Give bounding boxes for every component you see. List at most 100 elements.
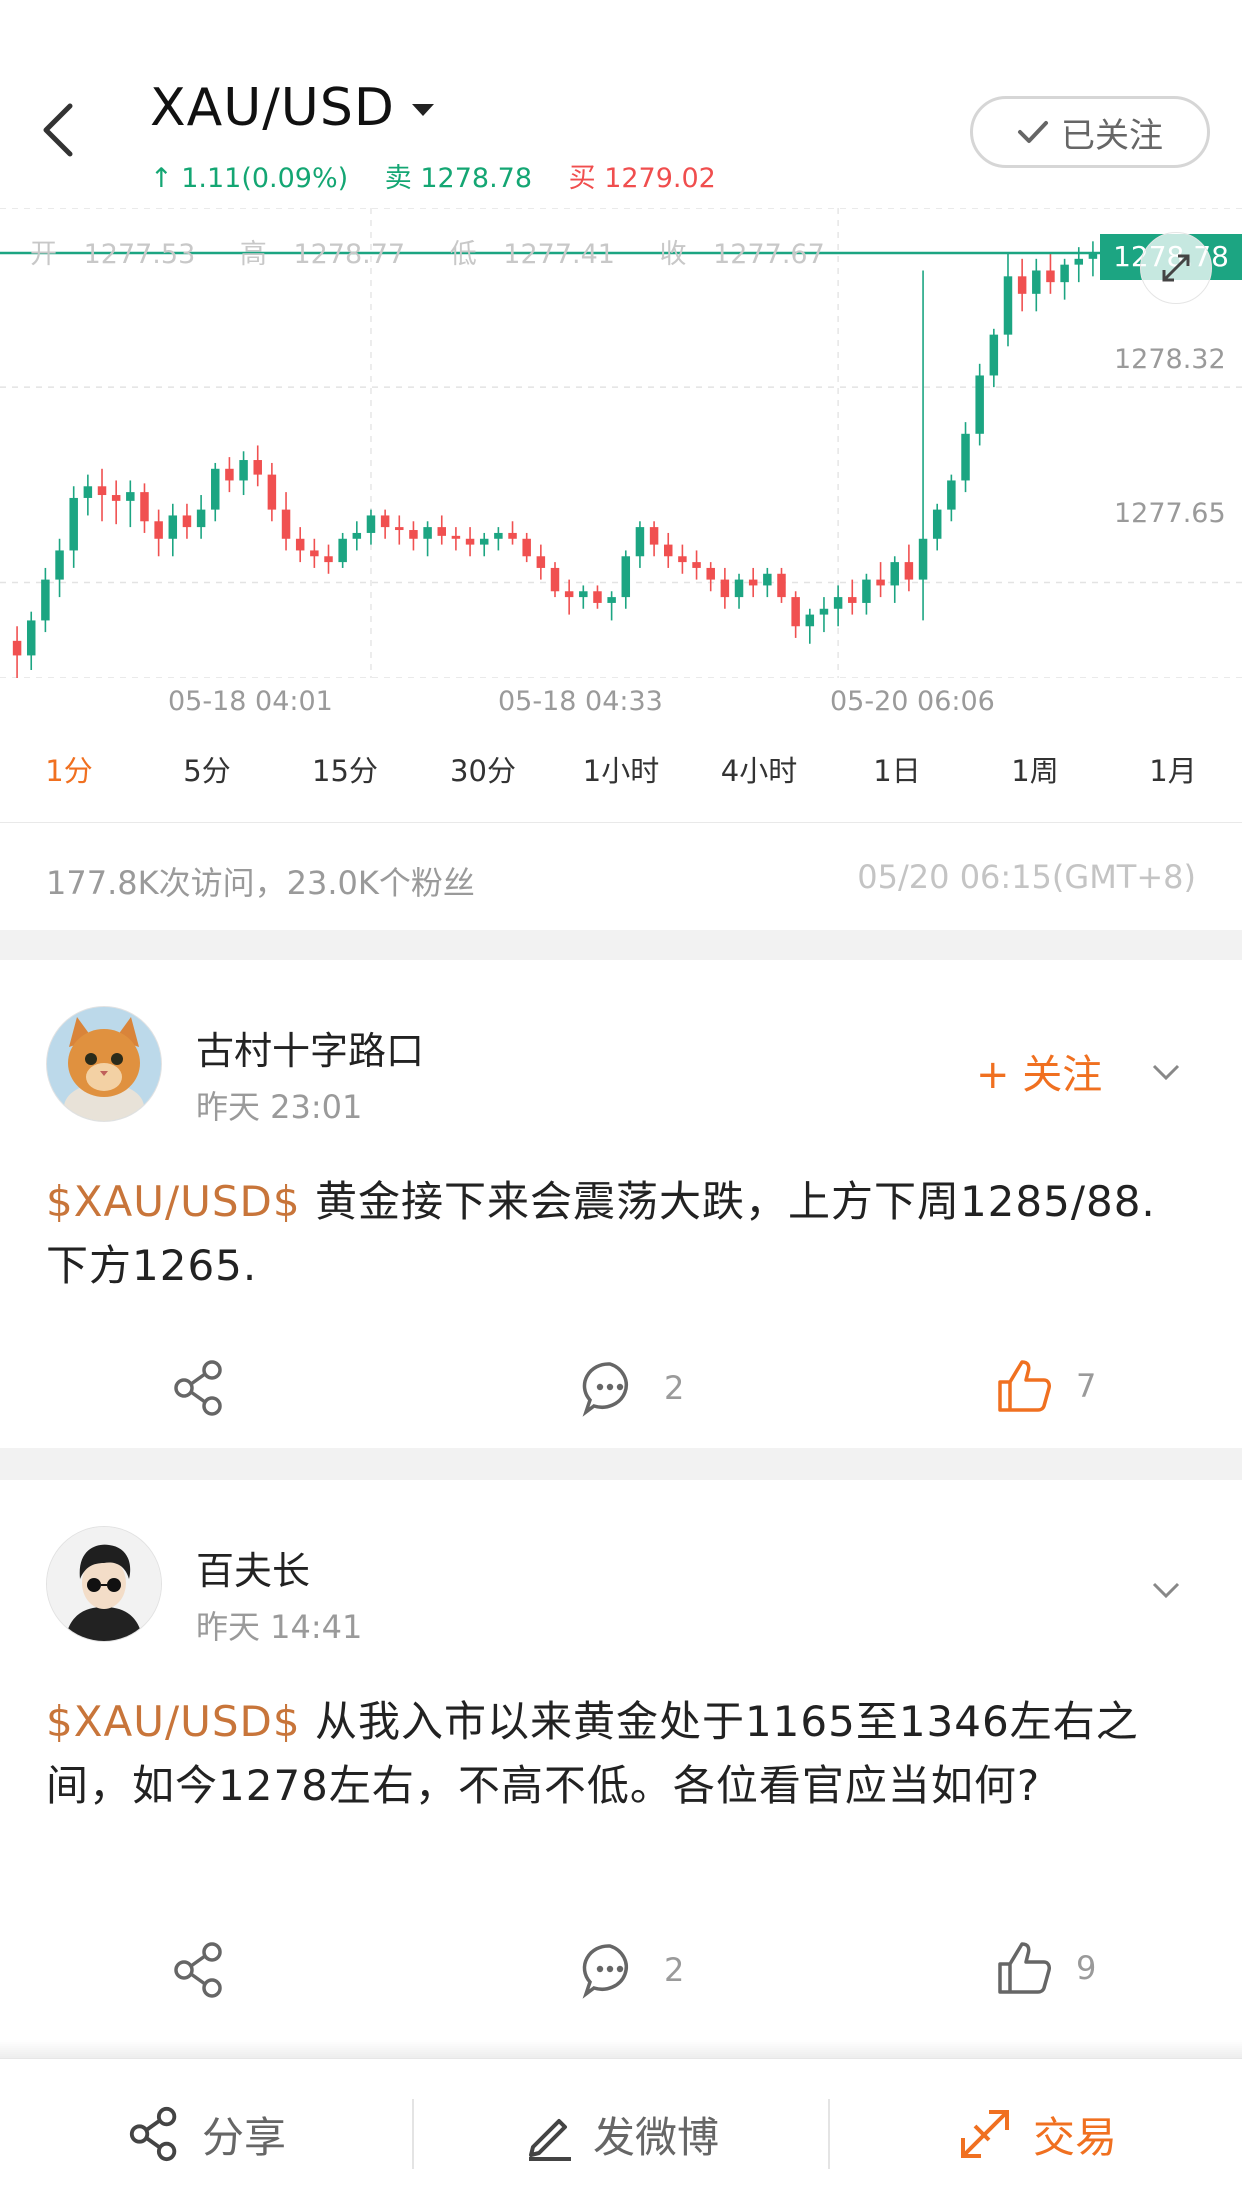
candle-body [876, 579, 885, 586]
tab-15min[interactable]: 15分 [276, 748, 414, 790]
candle-body [819, 608, 829, 615]
candle-body [338, 538, 347, 563]
post-tag[interactable]: $XAU/USD$ [46, 1697, 301, 1746]
avatar[interactable] [46, 1526, 162, 1642]
divider [0, 822, 1242, 823]
follow-button[interactable]: + 关注 [976, 1042, 1102, 1100]
chevron-down-icon[interactable] [1152, 1582, 1180, 1598]
tab-1day[interactable]: 1日 [828, 748, 966, 790]
visits-label: 次访问， [158, 864, 287, 902]
open-label: 开 [30, 239, 57, 270]
candle-body [12, 640, 22, 656]
chevron-down-icon[interactable] [1152, 1064, 1180, 1080]
candle-body [168, 515, 178, 539]
y-tick-label: 1277.65 [1114, 498, 1226, 529]
sell-price: 1278.78 [420, 163, 533, 194]
candle-body [409, 530, 418, 539]
candle-body [154, 521, 163, 539]
tab-5min[interactable]: 5分 [138, 748, 276, 790]
tab-4hour[interactable]: 4小时 [690, 748, 828, 790]
candle-body [975, 375, 984, 434]
candle-body [41, 579, 50, 621]
price-change: ↑ 1.11(0.09%) [150, 163, 349, 194]
expand-icon [1162, 254, 1190, 282]
bottom-share-label: 分享 [201, 2112, 286, 2162]
candle-body [140, 492, 149, 522]
candlestick-chart[interactable] [0, 208, 1242, 678]
candle-body [295, 538, 305, 551]
candle-body [1046, 270, 1055, 283]
username[interactable]: 古村十字路口 [196, 1020, 424, 1075]
candle-body [126, 492, 135, 501]
open-value: 1277.53 [83, 239, 196, 270]
post-time: 昨天 23:01 [196, 1088, 363, 1126]
tab-1hour[interactable]: 1小时 [552, 748, 690, 790]
tab-30min[interactable]: 30分 [414, 748, 552, 790]
bottom-trade-label: 交易 [1032, 2112, 1117, 2162]
candle-body [720, 579, 730, 598]
bottom-trade-button[interactable]: 交易 [830, 2059, 1242, 2209]
tab-1min[interactable]: 1分 [0, 748, 138, 790]
buy-label: 买 [568, 163, 596, 194]
comment-button[interactable]: 2 [580, 1940, 684, 2000]
candle-body [253, 460, 262, 475]
close-value: 1277.67 [713, 239, 825, 270]
bottom-post-label: 发微博 [592, 2112, 719, 2162]
candle-body [395, 527, 404, 531]
candle-body [225, 468, 234, 481]
share-button[interactable] [170, 1358, 230, 1422]
low-value: 1277.41 [503, 239, 615, 270]
candle-body [324, 556, 333, 563]
cat-avatar-icon [47, 1007, 161, 1121]
check-icon [1018, 121, 1048, 143]
followed-button[interactable]: 已关注 [970, 96, 1210, 168]
chevron-left-icon [43, 103, 73, 157]
section-gap [0, 1448, 1242, 1480]
candle-body [111, 495, 121, 501]
visits-count: 177.8K [46, 864, 159, 902]
tab-1week[interactable]: 1周 [966, 748, 1104, 790]
bottom-post-button[interactable]: 发微博 [414, 2059, 828, 2209]
candle-body [1032, 270, 1041, 294]
back-button[interactable] [34, 100, 84, 160]
candle-body [947, 480, 956, 510]
share-button[interactable] [170, 1940, 230, 2004]
candle-body [678, 556, 687, 563]
candle-body [55, 550, 64, 580]
tab-1month[interactable]: 1月 [1104, 748, 1242, 790]
share-icon [174, 1942, 222, 1998]
candle-body [508, 532, 517, 539]
candle-body [961, 433, 970, 481]
candle-body [777, 573, 786, 598]
candle-body [918, 538, 928, 580]
comment-icon [582, 1944, 628, 1999]
high-value: 1278.77 [293, 239, 406, 270]
x-tick-label: 05-20 06:06 [830, 686, 995, 717]
candle-body [352, 532, 362, 539]
username[interactable]: 百夫长 [196, 1540, 310, 1595]
comment-button[interactable]: 2 [580, 1358, 684, 1418]
fans-label: 个粉丝 [378, 864, 475, 902]
post-text: $XAU/USD$ 从我入市以来黄金处于1165至1346左右之间，如今1278… [46, 1690, 1196, 1818]
caret-down-icon[interactable] [412, 104, 434, 116]
candle-body [593, 591, 602, 603]
trade-arrows-icon [960, 2110, 1009, 2158]
bottom-share-button[interactable]: 分享 [0, 2059, 412, 2209]
like-button[interactable]: 9 [994, 1938, 1096, 1998]
candle-body [550, 567, 560, 592]
candle-body [522, 538, 531, 557]
candle-body [380, 515, 390, 528]
page-title[interactable]: XAU/USD [150, 78, 395, 138]
candle-body [791, 597, 800, 627]
expand-chart-button[interactable] [1140, 232, 1212, 304]
high-label: 高 [239, 239, 267, 270]
candle-body [1074, 258, 1084, 265]
like-button[interactable]: 7 [994, 1356, 1096, 1416]
post-tag[interactable]: $XAU/USD$ [46, 1177, 301, 1226]
candle-body [26, 620, 36, 656]
thumbs-up-icon [998, 1942, 1051, 1994]
post-text: $XAU/USD$ 黄金接下来会震荡大跌，上方下周1285/88.下方1265. [46, 1170, 1196, 1298]
avatar[interactable] [46, 1006, 162, 1122]
candle-body [1003, 276, 1013, 335]
candle-body [239, 460, 248, 481]
